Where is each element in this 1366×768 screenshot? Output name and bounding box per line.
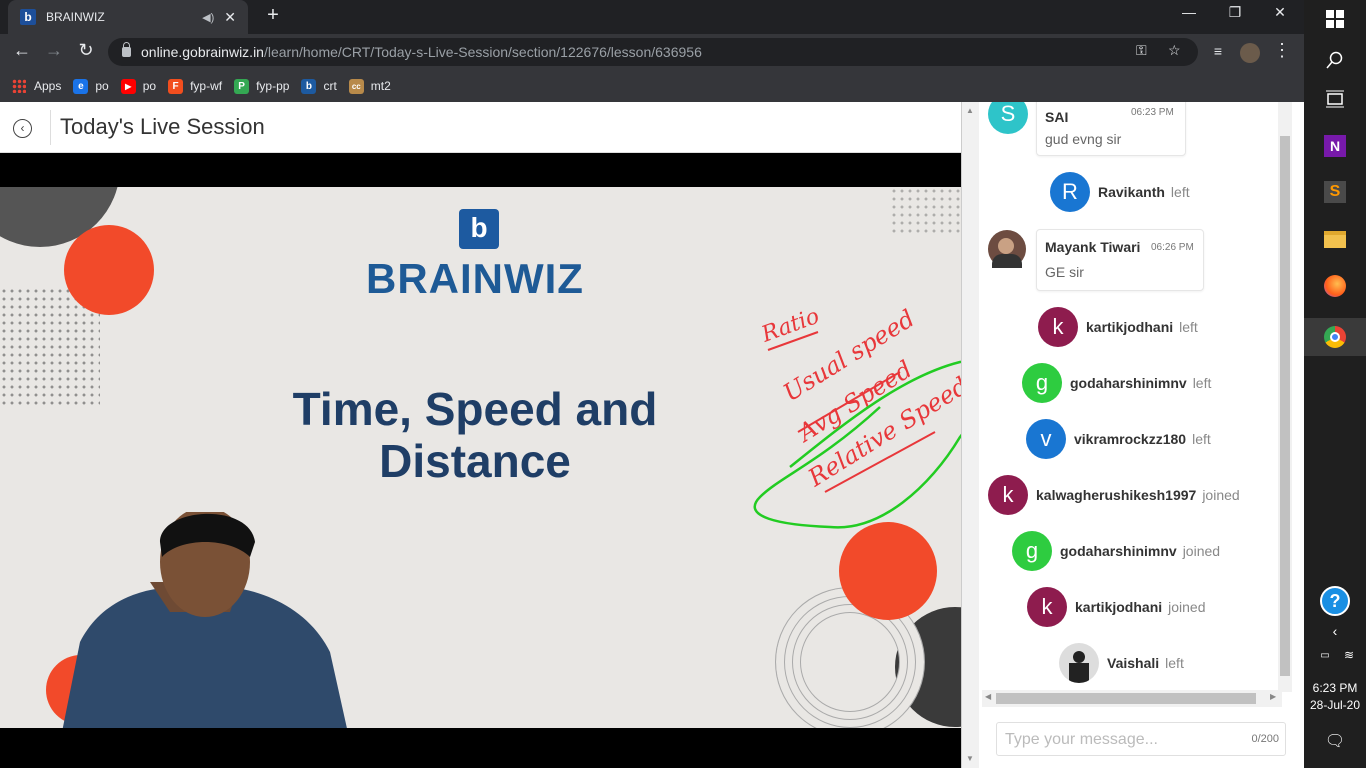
- apps-grid-icon: [12, 79, 26, 93]
- scrollbar-thumb[interactable]: [996, 693, 1256, 704]
- chat-event: godaharshinimnv joined: [1060, 543, 1221, 559]
- edge-icon: e: [73, 78, 89, 94]
- windows-start-icon[interactable]: [1320, 4, 1350, 34]
- message-input[interactable]: [1005, 729, 1235, 751]
- bookmark-po-youtube[interactable]: ▶ po: [120, 78, 156, 94]
- browser-tab[interactable]: b BRAINWIZ ◀) ✕: [8, 0, 248, 34]
- scroll-down-icon[interactable]: ▼: [966, 754, 974, 763]
- youtube-icon: ▶: [120, 78, 136, 94]
- star-icon[interactable]: ☆: [1168, 42, 1181, 59]
- back-arrow-icon[interactable]: ←: [10, 40, 34, 61]
- back-circle-icon[interactable]: ‹: [13, 119, 32, 138]
- horizontal-scrollbar[interactable]: ◀ ▶: [982, 690, 1282, 707]
- file-explorer-icon[interactable]: [1320, 224, 1350, 254]
- cc-icon: cc: [348, 78, 364, 94]
- header-divider: [50, 110, 51, 145]
- figma-icon: F: [168, 78, 184, 94]
- scroll-up-icon[interactable]: ▲: [966, 106, 974, 115]
- chat-event: Vaishali left: [1107, 655, 1184, 671]
- bookmark-apps[interactable]: Apps: [12, 79, 61, 93]
- bookmarks-bar: Apps e po ▶ po F fyp-wf P fyp-pp b crt c…: [0, 70, 1304, 102]
- chat-event: kalwagherushikesh1997 joined: [1036, 487, 1240, 503]
- tab-close-icon[interactable]: ✕: [224, 9, 236, 26]
- close-window-button[interactable]: ✕: [1260, 4, 1300, 21]
- avatar: k: [1027, 587, 1067, 627]
- scrollbar-thumb[interactable]: [1280, 136, 1290, 676]
- outer-scrollbar[interactable]: ▲ ▼: [962, 102, 979, 768]
- browser-toolbar: ← → ↻ online.gobrainwiz.in/learn/home/CR…: [0, 34, 1304, 70]
- avatar: k: [1038, 307, 1078, 347]
- onenote-icon[interactable]: N: [1320, 131, 1350, 161]
- avatar: k: [988, 475, 1028, 515]
- chat-panel: ▲ ▼ S SAI 06:23 PM gud evng sir R Ravika…: [961, 102, 1304, 768]
- audio-icon[interactable]: ◀): [202, 11, 214, 24]
- ink-notes: Ratio Usual speed Avg Speed Relative Spe…: [758, 304, 961, 493]
- avatar: g: [1022, 363, 1062, 403]
- presentation-slide: b BRAINWIZ Time, Speed and Distance Rati…: [0, 187, 961, 728]
- bookmark-po-edge[interactable]: e po: [73, 78, 109, 94]
- chat-event: godaharshinimnv left: [1070, 375, 1212, 391]
- presenter: [62, 512, 347, 728]
- help-icon[interactable]: ?: [1320, 586, 1350, 616]
- chat-event: kartikjodhani joined: [1075, 599, 1206, 615]
- profile-avatar[interactable]: [1240, 43, 1260, 63]
- lock-icon: [122, 42, 131, 57]
- firefox-icon[interactable]: [1320, 271, 1350, 301]
- bookmark-fyp-pp[interactable]: P fyp-pp: [234, 78, 289, 94]
- page-header: ‹ Today's Live Session: [0, 102, 961, 153]
- message-author: Mayank Tiwari: [1045, 239, 1141, 255]
- message-text: GE sir: [1045, 264, 1084, 280]
- search-icon[interactable]: [1320, 45, 1350, 75]
- scroll-right-icon[interactable]: ▶: [1270, 692, 1276, 701]
- url-text[interactable]: online.gobrainwiz.in/learn/home/CRT/Toda…: [141, 44, 702, 60]
- bookmark-mt2[interactable]: cc mt2: [348, 78, 391, 94]
- key-icon[interactable]: ⚿: [1136, 42, 1147, 59]
- page-title: Today's Live Session: [60, 114, 265, 139]
- sublime-icon[interactable]: S: [1320, 177, 1350, 207]
- media-queue-icon[interactable]: ≡: [1206, 43, 1230, 59]
- page-icon: P: [234, 78, 250, 94]
- brainwiz-icon: b: [301, 78, 317, 94]
- message-input-box: 0/200: [996, 722, 1286, 756]
- avatar: v: [1026, 419, 1066, 459]
- windows-taskbar: N S ? ‹ ▭ ≋ 6:23 PM 28-Jul-20 🗨: [1304, 0, 1366, 768]
- chat-event: vikramrockzz180 left: [1074, 431, 1211, 447]
- bookmark-crt[interactable]: b crt: [301, 78, 337, 94]
- maximize-button[interactable]: ❐: [1215, 4, 1255, 21]
- chat-message: Mayank Tiwari 06:26 PM GE sir: [1036, 229, 1204, 291]
- brainwiz-favicon-icon: b: [20, 9, 36, 25]
- chrome-icon[interactable]: [1304, 318, 1366, 356]
- menu-icon[interactable]: ⋮: [1270, 40, 1294, 61]
- wifi-icon[interactable]: ≋: [1334, 640, 1364, 670]
- chat-message: SAI 06:23 PM gud evng sir: [1036, 102, 1186, 156]
- chat-event: kartikjodhani left: [1086, 319, 1198, 335]
- taskbar-clock[interactable]: 6:23 PM 28-Jul-20: [1304, 680, 1366, 714]
- scroll-left-icon[interactable]: ◀: [985, 692, 991, 701]
- user-photo-avatar: [1059, 643, 1099, 683]
- chat-messages[interactable]: S SAI 06:23 PM gud evng sir R Ravikanth l…: [979, 102, 1292, 692]
- avatar: R: [1050, 172, 1090, 212]
- new-tab-button[interactable]: +: [262, 4, 284, 27]
- message-text: gud evng sir: [1045, 131, 1122, 147]
- reload-icon[interactable]: ↻: [74, 40, 98, 61]
- browser-tab-bar: b BRAINWIZ ◀) ✕ + — ❐ ✕: [0, 0, 1304, 34]
- message-time: 06:23 PM: [1131, 107, 1174, 118]
- chat-scrollbar[interactable]: [1278, 102, 1292, 692]
- message-time: 06:26 PM: [1151, 242, 1194, 253]
- avatar: g: [1012, 531, 1052, 571]
- minimize-button[interactable]: —: [1169, 4, 1209, 20]
- char-counter: 0/200: [1251, 733, 1279, 745]
- tab-title: BRAINWIZ: [46, 10, 105, 24]
- bookmark-fyp-wf[interactable]: F fyp-wf: [168, 78, 222, 94]
- message-author: SAI: [1045, 109, 1069, 125]
- forward-arrow-icon[interactable]: →: [42, 40, 66, 61]
- video-player[interactable]: b BRAINWIZ Time, Speed and Distance Rati…: [0, 153, 961, 768]
- chat-event: Ravikanth left: [1098, 184, 1190, 200]
- notification-icon[interactable]: 🗨: [1320, 726, 1350, 756]
- address-bar[interactable]: online.gobrainwiz.in/learn/home/CRT/Toda…: [108, 38, 1198, 66]
- avatar: S: [988, 102, 1028, 134]
- user-photo-avatar: [988, 230, 1026, 268]
- task-view-icon[interactable]: [1320, 84, 1350, 114]
